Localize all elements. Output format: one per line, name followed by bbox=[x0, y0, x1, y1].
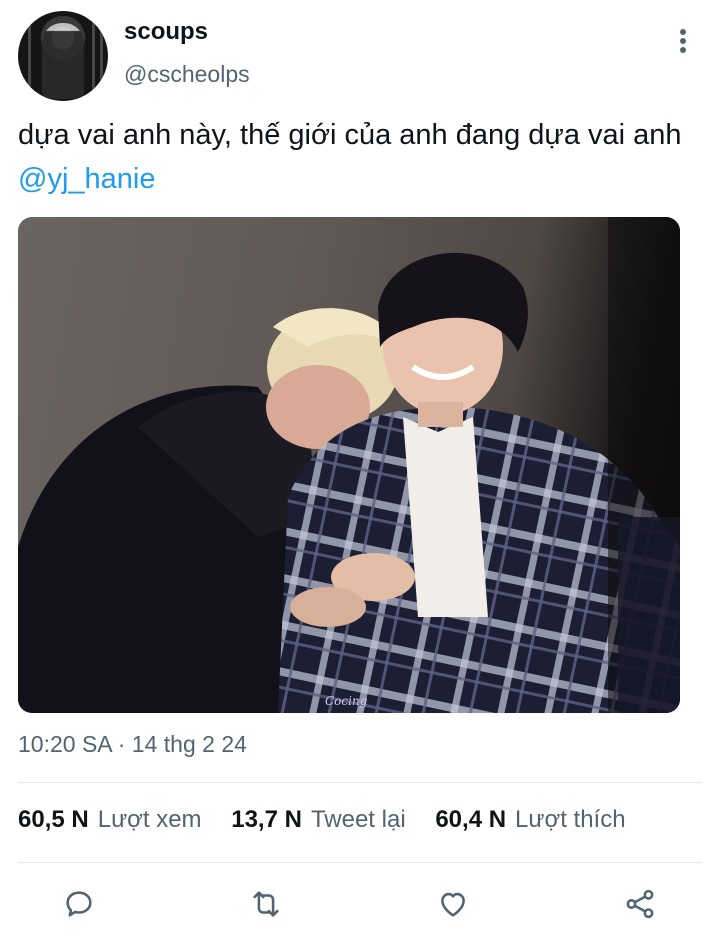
likes-label: Lượt thích bbox=[515, 806, 626, 833]
tweet-body: dựa vai anh này, thế giới của anh đang d… bbox=[18, 119, 682, 151]
author-handle[interactable]: @cscheolps bbox=[124, 61, 250, 88]
likes-count: 60,4 N bbox=[435, 806, 507, 833]
author-display-name[interactable]: scoups bbox=[124, 18, 208, 46]
tweet-header: scoups @cscheolps bbox=[0, 0, 720, 105]
tweet-text: dựa vai anh này, thế giới của anh đang d… bbox=[18, 113, 698, 201]
like-icon[interactable] bbox=[433, 884, 473, 924]
retweets-label: Tweet lại bbox=[310, 806, 406, 833]
stat-retweets[interactable]: 13,7 N Tweet lại bbox=[231, 806, 405, 834]
avatar[interactable] bbox=[18, 11, 108, 101]
tweet-photo[interactable]: Cocing bbox=[18, 217, 680, 713]
tweet-actions bbox=[0, 872, 720, 938]
retweets-count: 13,7 N bbox=[231, 806, 302, 833]
retweet-icon[interactable] bbox=[246, 884, 286, 924]
share-icon[interactable] bbox=[620, 884, 660, 924]
divider-bottom bbox=[18, 862, 702, 863]
stat-views[interactable]: 60,5 N Lượt xem bbox=[18, 806, 202, 834]
reply-icon[interactable] bbox=[59, 884, 99, 924]
mention-link[interactable]: @yj_hanie bbox=[18, 163, 155, 195]
photo-watermark: Cocing bbox=[325, 694, 368, 708]
tweet-timestamp[interactable]: 10:20 SA · 14 thg 2 24 bbox=[18, 731, 247, 758]
tweet-stats: 60,5 N Lượt xem 13,7 N Tweet lại 60,4 N Lượ… bbox=[18, 806, 626, 834]
divider-top bbox=[18, 782, 702, 783]
stat-likes[interactable]: 60,4 N Lượt thích bbox=[435, 806, 625, 834]
views-count: 60,5 N bbox=[18, 806, 89, 833]
more-options-icon[interactable] bbox=[668, 26, 698, 56]
views-label: Lượt xem bbox=[97, 806, 202, 833]
